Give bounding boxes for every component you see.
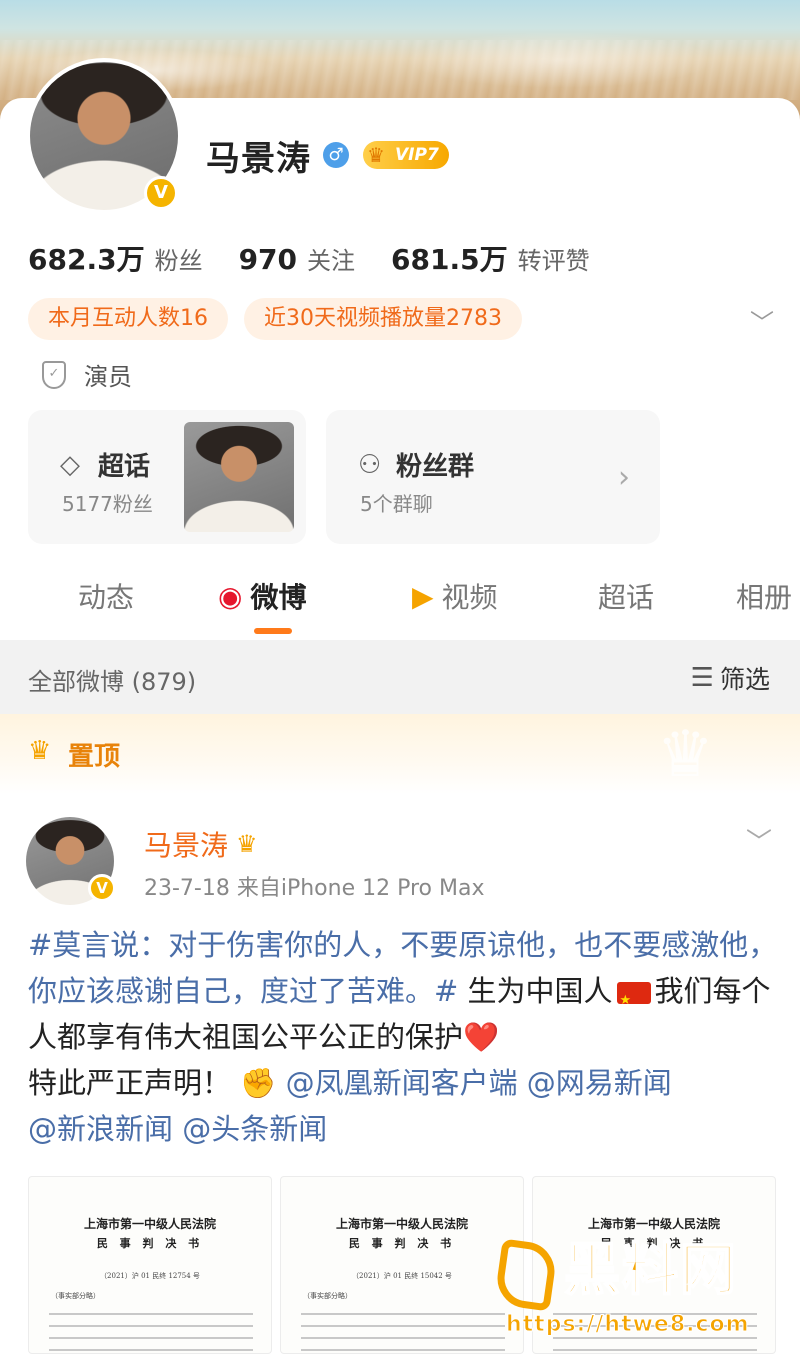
stat-engagements[interactable]: 681.5万 转评赞 <box>391 238 590 278</box>
supertopic-title-row: ◇ 超话 <box>60 446 150 483</box>
crown-icon: ♛ <box>367 143 385 167</box>
tab-album[interactable]: 相册 <box>736 576 792 616</box>
fan-group-title-row: ⚇ 粉丝群 <box>358 446 474 483</box>
tab-label: 动态 <box>78 581 135 614</box>
heart-icon: ❤️ <box>463 1020 500 1054</box>
post-text: 特此严正声明！ <box>28 1066 232 1100</box>
tag-monthly-interactions[interactable]: 本月互动人数16 <box>28 298 228 340</box>
fan-group-count: 5个群聊 <box>360 492 433 516</box>
doc-court-name: 上海市第一中级人民法院 <box>83 1217 216 1231</box>
doc-court-name: 上海市第一中级人民法院 <box>335 1217 468 1231</box>
video-icon: ▶ <box>412 579 434 613</box>
profile-tags: 本月互动人数16 近30天视频播放量2783 <box>28 298 538 340</box>
supertopic-thumbnail <box>184 422 294 532</box>
post-author[interactable]: 马景涛 ♛ <box>144 824 258 864</box>
supertopic-title: 超话 <box>98 452 151 482</box>
pinned-label: 置顶 <box>68 742 121 772</box>
doc-title: 民 事 判 决 书 <box>96 1237 204 1250</box>
decorative-crown-icon: ♛ <box>656 718 714 792</box>
china-flag-icon <box>616 978 651 1024</box>
people-icon: ⚇ <box>358 449 382 480</box>
crown-icon: ♛ <box>236 830 258 858</box>
mention-link[interactable]: @头条新闻 <box>182 1112 327 1146</box>
tab-label: 微博 <box>250 581 307 614</box>
vip-label: VIP7 <box>395 145 439 165</box>
post-image[interactable]: 上海市第一中级人民法院 民 事 判 决 书 （2021）沪 01 民终 1504… <box>280 1176 524 1354</box>
post-author-name: 马景涛 <box>144 829 229 862</box>
post-meta: 23-7-18 来自iPhone 12 Pro Max <box>144 876 485 901</box>
watermark-brand: 黑料网 <box>563 1237 738 1304</box>
tab-weibo[interactable]: ◉ 微博 <box>218 576 306 616</box>
post-body: #莫言说：对于伤害你的人，不要原谅他，也不要感激他，你应该感谢自己，度过了苦难。… <box>28 922 778 1152</box>
tag-video-plays[interactable]: 近30天视频播放量2783 <box>244 298 522 340</box>
fist-icon: ✊ <box>240 1066 277 1100</box>
post-count: 全部微博 (879) <box>28 668 197 696</box>
tab-dynamics[interactable]: 动态 <box>78 576 134 616</box>
profile-tabs: 动态 ◉ 微博 ▶ 视频 超话 相册 <box>0 560 800 640</box>
stat-label: 关注 <box>307 247 356 275</box>
male-gender-icon: ♂ <box>323 142 349 168</box>
vip-badge[interactable]: ♛ VIP7 <box>363 141 449 169</box>
fan-group-title: 粉丝群 <box>396 452 475 482</box>
watermark: 黑料网 https://htwe8.com <box>493 1236 788 1346</box>
pinned-header: ♛ 置顶 ♛ <box>0 714 800 794</box>
stat-number: 681.5万 <box>391 243 508 276</box>
profile-name: 马景涛 <box>206 138 311 179</box>
shield-icon: ✓ <box>42 360 66 389</box>
stat-number: 682.3万 <box>28 243 145 276</box>
doc-text-lines <box>49 1313 253 1353</box>
chevron-right-icon: › <box>618 460 630 495</box>
filter-icon: ☰ <box>690 663 714 693</box>
tab-label: 超话 <box>598 581 655 614</box>
mention-link[interactable]: @新浪新闻 <box>28 1112 173 1146</box>
supertopic-fans: 5177粉丝 <box>62 492 153 516</box>
verified-badge-icon: V <box>144 176 178 210</box>
mention-link[interactable]: @凤凰新闻客户端 <box>286 1066 518 1100</box>
tab-label: 视频 <box>441 581 498 614</box>
doc-title: 民 事 判 决 书 <box>348 1237 456 1250</box>
mention-link[interactable]: @网易新闻 <box>527 1066 672 1100</box>
doc-text-lines <box>301 1313 505 1353</box>
chevron-down-icon[interactable]: ﹀ <box>750 303 774 338</box>
filter-button[interactable]: ☰ 筛选 <box>691 660 770 696</box>
stat-label: 转评赞 <box>517 247 590 275</box>
profile-role: ✓ 演员 <box>42 357 132 392</box>
watermark-url: https://htwe8.com <box>506 1312 750 1338</box>
role-label: 演员 <box>84 363 132 391</box>
fan-group-card[interactable]: ⚇ 粉丝群 5个群聊 › <box>326 410 660 544</box>
stat-number: 970 <box>238 243 298 276</box>
doc-court-name: 上海市第一中级人民法院 <box>587 1217 720 1231</box>
doc-case-number: （2021）沪 01 民终 12754 号 <box>100 1272 200 1280</box>
supertopic-card[interactable]: ◇ 超话 5177粉丝 <box>28 410 306 544</box>
post-image[interactable]: 上海市第一中级人民法院 民 事 判 决 书 （2021）沪 01 民终 1275… <box>28 1176 272 1354</box>
post-text: 生为中国人 <box>458 974 613 1008</box>
profile-name-row: 马景涛 ♂ ♛ VIP7 <box>206 133 449 179</box>
stat-following[interactable]: 970 关注 <box>239 241 355 276</box>
weibo-icon: ◉ <box>218 579 243 613</box>
active-tab-indicator <box>254 628 292 634</box>
watermark-logo-icon <box>493 1238 559 1312</box>
tab-label: 相册 <box>736 581 793 614</box>
doc-case-number: （2021）沪 01 民终 15042 号 <box>352 1272 452 1280</box>
profile-stats: 682.3万 粉丝 970 关注 681.5万 转评赞 <box>28 238 626 278</box>
verified-badge-icon: V <box>88 874 116 902</box>
doc-section: （事实部分略） <box>51 1292 100 1300</box>
doc-section: （事实部分略） <box>303 1292 352 1300</box>
tab-supertopic[interactable]: 超话 <box>598 576 654 616</box>
stat-followers[interactable]: 682.3万 粉丝 <box>28 238 203 278</box>
crown-icon: ♛ <box>28 736 52 766</box>
filter-label: 筛选 <box>719 665 770 694</box>
tab-video[interactable]: ▶ 视频 <box>412 576 498 616</box>
filter-bar: 全部微博 (879) ☰ 筛选 <box>0 640 800 714</box>
chevron-down-icon[interactable]: ﹀ <box>746 822 772 859</box>
diamond-icon: ◇ <box>60 449 80 480</box>
stat-label: 粉丝 <box>154 247 203 275</box>
